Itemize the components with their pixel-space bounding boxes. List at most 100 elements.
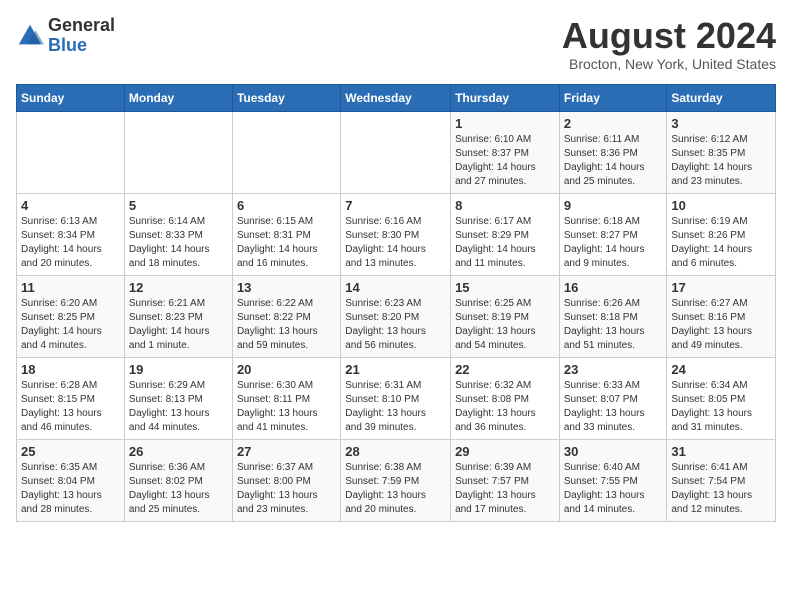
calendar-cell: 16 Sunrise: 6:26 AM Sunset: 8:18 PM Dayli… bbox=[559, 275, 667, 357]
calendar-cell: 15Sunrise: 6:25 AM Sunset: 8:19 PM Dayli… bbox=[451, 275, 560, 357]
day-info: Sunrise: 6:35 AM Sunset: 8:04 PM Dayligh… bbox=[21, 461, 120, 517]
logo-icon bbox=[16, 22, 44, 50]
day-info: Sunrise: 6:32 AM Sunset: 8:08 PM Dayligh… bbox=[455, 379, 555, 435]
day-info: Sunrise: 6:13 AM Sunset: 8:34 PM Dayligh… bbox=[21, 215, 120, 271]
day-number: 28 bbox=[345, 444, 446, 459]
day-info: Sunrise: 6:18 AM Sunset: 8:27 PM Dayligh… bbox=[564, 215, 663, 271]
day-number: 12 bbox=[129, 280, 228, 295]
calendar-cell: 8 Sunrise: 6:17 AM Sunset: 8:29 PM Daylig… bbox=[451, 193, 560, 275]
day-number: 6 bbox=[237, 198, 336, 213]
calendar-cell: 25 Sunrise: 6:35 AM Sunset: 8:04 PM Dayli… bbox=[17, 439, 125, 521]
day-info: Sunrise: 6:34 AM Sunset: 8:05 PM Dayligh… bbox=[671, 379, 771, 435]
calendar-cell: 3 Sunrise: 6:12 AM Sunset: 8:35 PM Daylig… bbox=[667, 111, 776, 193]
calendar-cell: 29Sunrise: 6:39 AM Sunset: 7:57 PM Dayli… bbox=[451, 439, 560, 521]
weekday-header: Saturday bbox=[667, 84, 776, 111]
day-info: Sunrise: 6:30 AM Sunset: 8:11 PM Dayligh… bbox=[237, 379, 336, 435]
day-number: 26 bbox=[129, 444, 228, 459]
calendar-cell bbox=[17, 111, 125, 193]
day-number: 23 bbox=[564, 362, 663, 377]
location: Brocton, New York, United States bbox=[562, 56, 776, 72]
calendar-cell: 5 Sunrise: 6:14 AM Sunset: 8:33 PM Daylig… bbox=[124, 193, 232, 275]
logo: General Blue bbox=[16, 16, 115, 56]
calendar-week-row: 25 Sunrise: 6:35 AM Sunset: 8:04 PM Dayli… bbox=[17, 439, 776, 521]
day-info: Sunrise: 6:17 AM Sunset: 8:29 PM Dayligh… bbox=[455, 215, 555, 271]
weekday-header-row: SundayMondayTuesdayWednesdayThursdayFrid… bbox=[17, 84, 776, 111]
weekday-header: Sunday bbox=[17, 84, 125, 111]
day-number: 10 bbox=[671, 198, 771, 213]
day-info: Sunrise: 6:23 AM Sunset: 8:20 PM Dayligh… bbox=[345, 297, 446, 353]
calendar-cell: 13 Sunrise: 6:22 AM Sunset: 8:22 PM Dayli… bbox=[232, 275, 340, 357]
day-number: 4 bbox=[21, 198, 120, 213]
weekday-header: Thursday bbox=[451, 84, 560, 111]
calendar-cell: 4 Sunrise: 6:13 AM Sunset: 8:34 PM Daylig… bbox=[17, 193, 125, 275]
title-area: August 2024 Brocton, New York, United St… bbox=[562, 16, 776, 72]
day-info: Sunrise: 6:28 AM Sunset: 8:15 PM Dayligh… bbox=[21, 379, 120, 435]
day-info: Sunrise: 6:39 AM Sunset: 7:57 PM Dayligh… bbox=[455, 461, 555, 517]
calendar-cell: 22Sunrise: 6:32 AM Sunset: 8:08 PM Dayli… bbox=[451, 357, 560, 439]
day-number: 19 bbox=[129, 362, 228, 377]
day-info: Sunrise: 6:36 AM Sunset: 8:02 PM Dayligh… bbox=[129, 461, 228, 517]
day-info: Sunrise: 6:37 AM Sunset: 8:00 PM Dayligh… bbox=[237, 461, 336, 517]
weekday-header: Tuesday bbox=[232, 84, 340, 111]
day-info: Sunrise: 6:41 AM Sunset: 7:54 PM Dayligh… bbox=[671, 461, 771, 517]
weekday-header: Friday bbox=[559, 84, 667, 111]
day-number: 3 bbox=[671, 116, 771, 131]
day-number: 27 bbox=[237, 444, 336, 459]
day-info: Sunrise: 6:22 AM Sunset: 8:22 PM Dayligh… bbox=[237, 297, 336, 353]
day-info: Sunrise: 6:11 AM Sunset: 8:36 PM Dayligh… bbox=[564, 133, 663, 189]
day-number: 2 bbox=[564, 116, 663, 131]
day-number: 7 bbox=[345, 198, 446, 213]
day-number: 14 bbox=[345, 280, 446, 295]
day-number: 8 bbox=[455, 198, 555, 213]
calendar-cell: 21Sunrise: 6:31 AM Sunset: 8:10 PM Dayli… bbox=[341, 357, 451, 439]
day-info: Sunrise: 6:20 AM Sunset: 8:25 PM Dayligh… bbox=[21, 297, 120, 353]
day-number: 1 bbox=[455, 116, 555, 131]
calendar-cell bbox=[124, 111, 232, 193]
logo-blue-text: Blue bbox=[48, 35, 87, 55]
calendar-cell bbox=[232, 111, 340, 193]
day-number: 17 bbox=[671, 280, 771, 295]
calendar-cell: 14 Sunrise: 6:23 AM Sunset: 8:20 PM Dayli… bbox=[341, 275, 451, 357]
day-info: Sunrise: 6:33 AM Sunset: 8:07 PM Dayligh… bbox=[564, 379, 663, 435]
day-number: 24 bbox=[671, 362, 771, 377]
day-number: 13 bbox=[237, 280, 336, 295]
calendar-cell: 1Sunrise: 6:10 AM Sunset: 8:37 PM Daylig… bbox=[451, 111, 560, 193]
calendar-cell: 27 Sunrise: 6:37 AM Sunset: 8:00 PM Dayli… bbox=[232, 439, 340, 521]
calendar-week-row: 1Sunrise: 6:10 AM Sunset: 8:37 PM Daylig… bbox=[17, 111, 776, 193]
calendar-cell: 17 Sunrise: 6:27 AM Sunset: 8:16 PM Dayli… bbox=[667, 275, 776, 357]
calendar-cell: 20 Sunrise: 6:30 AM Sunset: 8:11 PM Dayli… bbox=[232, 357, 340, 439]
page-header: General Blue August 2024 Brocton, New Yo… bbox=[16, 16, 776, 72]
day-number: 11 bbox=[21, 280, 120, 295]
calendar-cell: 7Sunrise: 6:16 AM Sunset: 8:30 PM Daylig… bbox=[341, 193, 451, 275]
day-number: 18 bbox=[21, 362, 120, 377]
day-info: Sunrise: 6:19 AM Sunset: 8:26 PM Dayligh… bbox=[671, 215, 771, 271]
day-number: 5 bbox=[129, 198, 228, 213]
day-info: Sunrise: 6:40 AM Sunset: 7:55 PM Dayligh… bbox=[564, 461, 663, 517]
calendar-week-row: 4 Sunrise: 6:13 AM Sunset: 8:34 PM Daylig… bbox=[17, 193, 776, 275]
weekday-header: Monday bbox=[124, 84, 232, 111]
calendar-cell: 6 Sunrise: 6:15 AM Sunset: 8:31 PM Daylig… bbox=[232, 193, 340, 275]
calendar-cell bbox=[341, 111, 451, 193]
day-info: Sunrise: 6:25 AM Sunset: 8:19 PM Dayligh… bbox=[455, 297, 555, 353]
day-number: 25 bbox=[21, 444, 120, 459]
logo-general-text: General bbox=[48, 15, 115, 35]
calendar-cell: 23 Sunrise: 6:33 AM Sunset: 8:07 PM Dayli… bbox=[559, 357, 667, 439]
day-info: Sunrise: 6:26 AM Sunset: 8:18 PM Dayligh… bbox=[564, 297, 663, 353]
calendar-cell: 30Sunrise: 6:40 AM Sunset: 7:55 PM Dayli… bbox=[559, 439, 667, 521]
calendar-table: SundayMondayTuesdayWednesdayThursdayFrid… bbox=[16, 84, 776, 522]
calendar-cell: 2 Sunrise: 6:11 AM Sunset: 8:36 PM Daylig… bbox=[559, 111, 667, 193]
day-number: 20 bbox=[237, 362, 336, 377]
calendar-cell: 26 Sunrise: 6:36 AM Sunset: 8:02 PM Dayli… bbox=[124, 439, 232, 521]
calendar-cell: 24 Sunrise: 6:34 AM Sunset: 8:05 PM Dayli… bbox=[667, 357, 776, 439]
day-number: 31 bbox=[671, 444, 771, 459]
day-number: 16 bbox=[564, 280, 663, 295]
calendar-cell: 12Sunrise: 6:21 AM Sunset: 8:23 PM Dayli… bbox=[124, 275, 232, 357]
calendar-cell: 28Sunrise: 6:38 AM Sunset: 7:59 PM Dayli… bbox=[341, 439, 451, 521]
day-info: Sunrise: 6:12 AM Sunset: 8:35 PM Dayligh… bbox=[671, 133, 771, 189]
day-info: Sunrise: 6:14 AM Sunset: 8:33 PM Dayligh… bbox=[129, 215, 228, 271]
day-info: Sunrise: 6:27 AM Sunset: 8:16 PM Dayligh… bbox=[671, 297, 771, 353]
calendar-cell: 18 Sunrise: 6:28 AM Sunset: 8:15 PM Dayli… bbox=[17, 357, 125, 439]
day-info: Sunrise: 6:29 AM Sunset: 8:13 PM Dayligh… bbox=[129, 379, 228, 435]
month-year: August 2024 bbox=[562, 16, 776, 56]
day-info: Sunrise: 6:15 AM Sunset: 8:31 PM Dayligh… bbox=[237, 215, 336, 271]
